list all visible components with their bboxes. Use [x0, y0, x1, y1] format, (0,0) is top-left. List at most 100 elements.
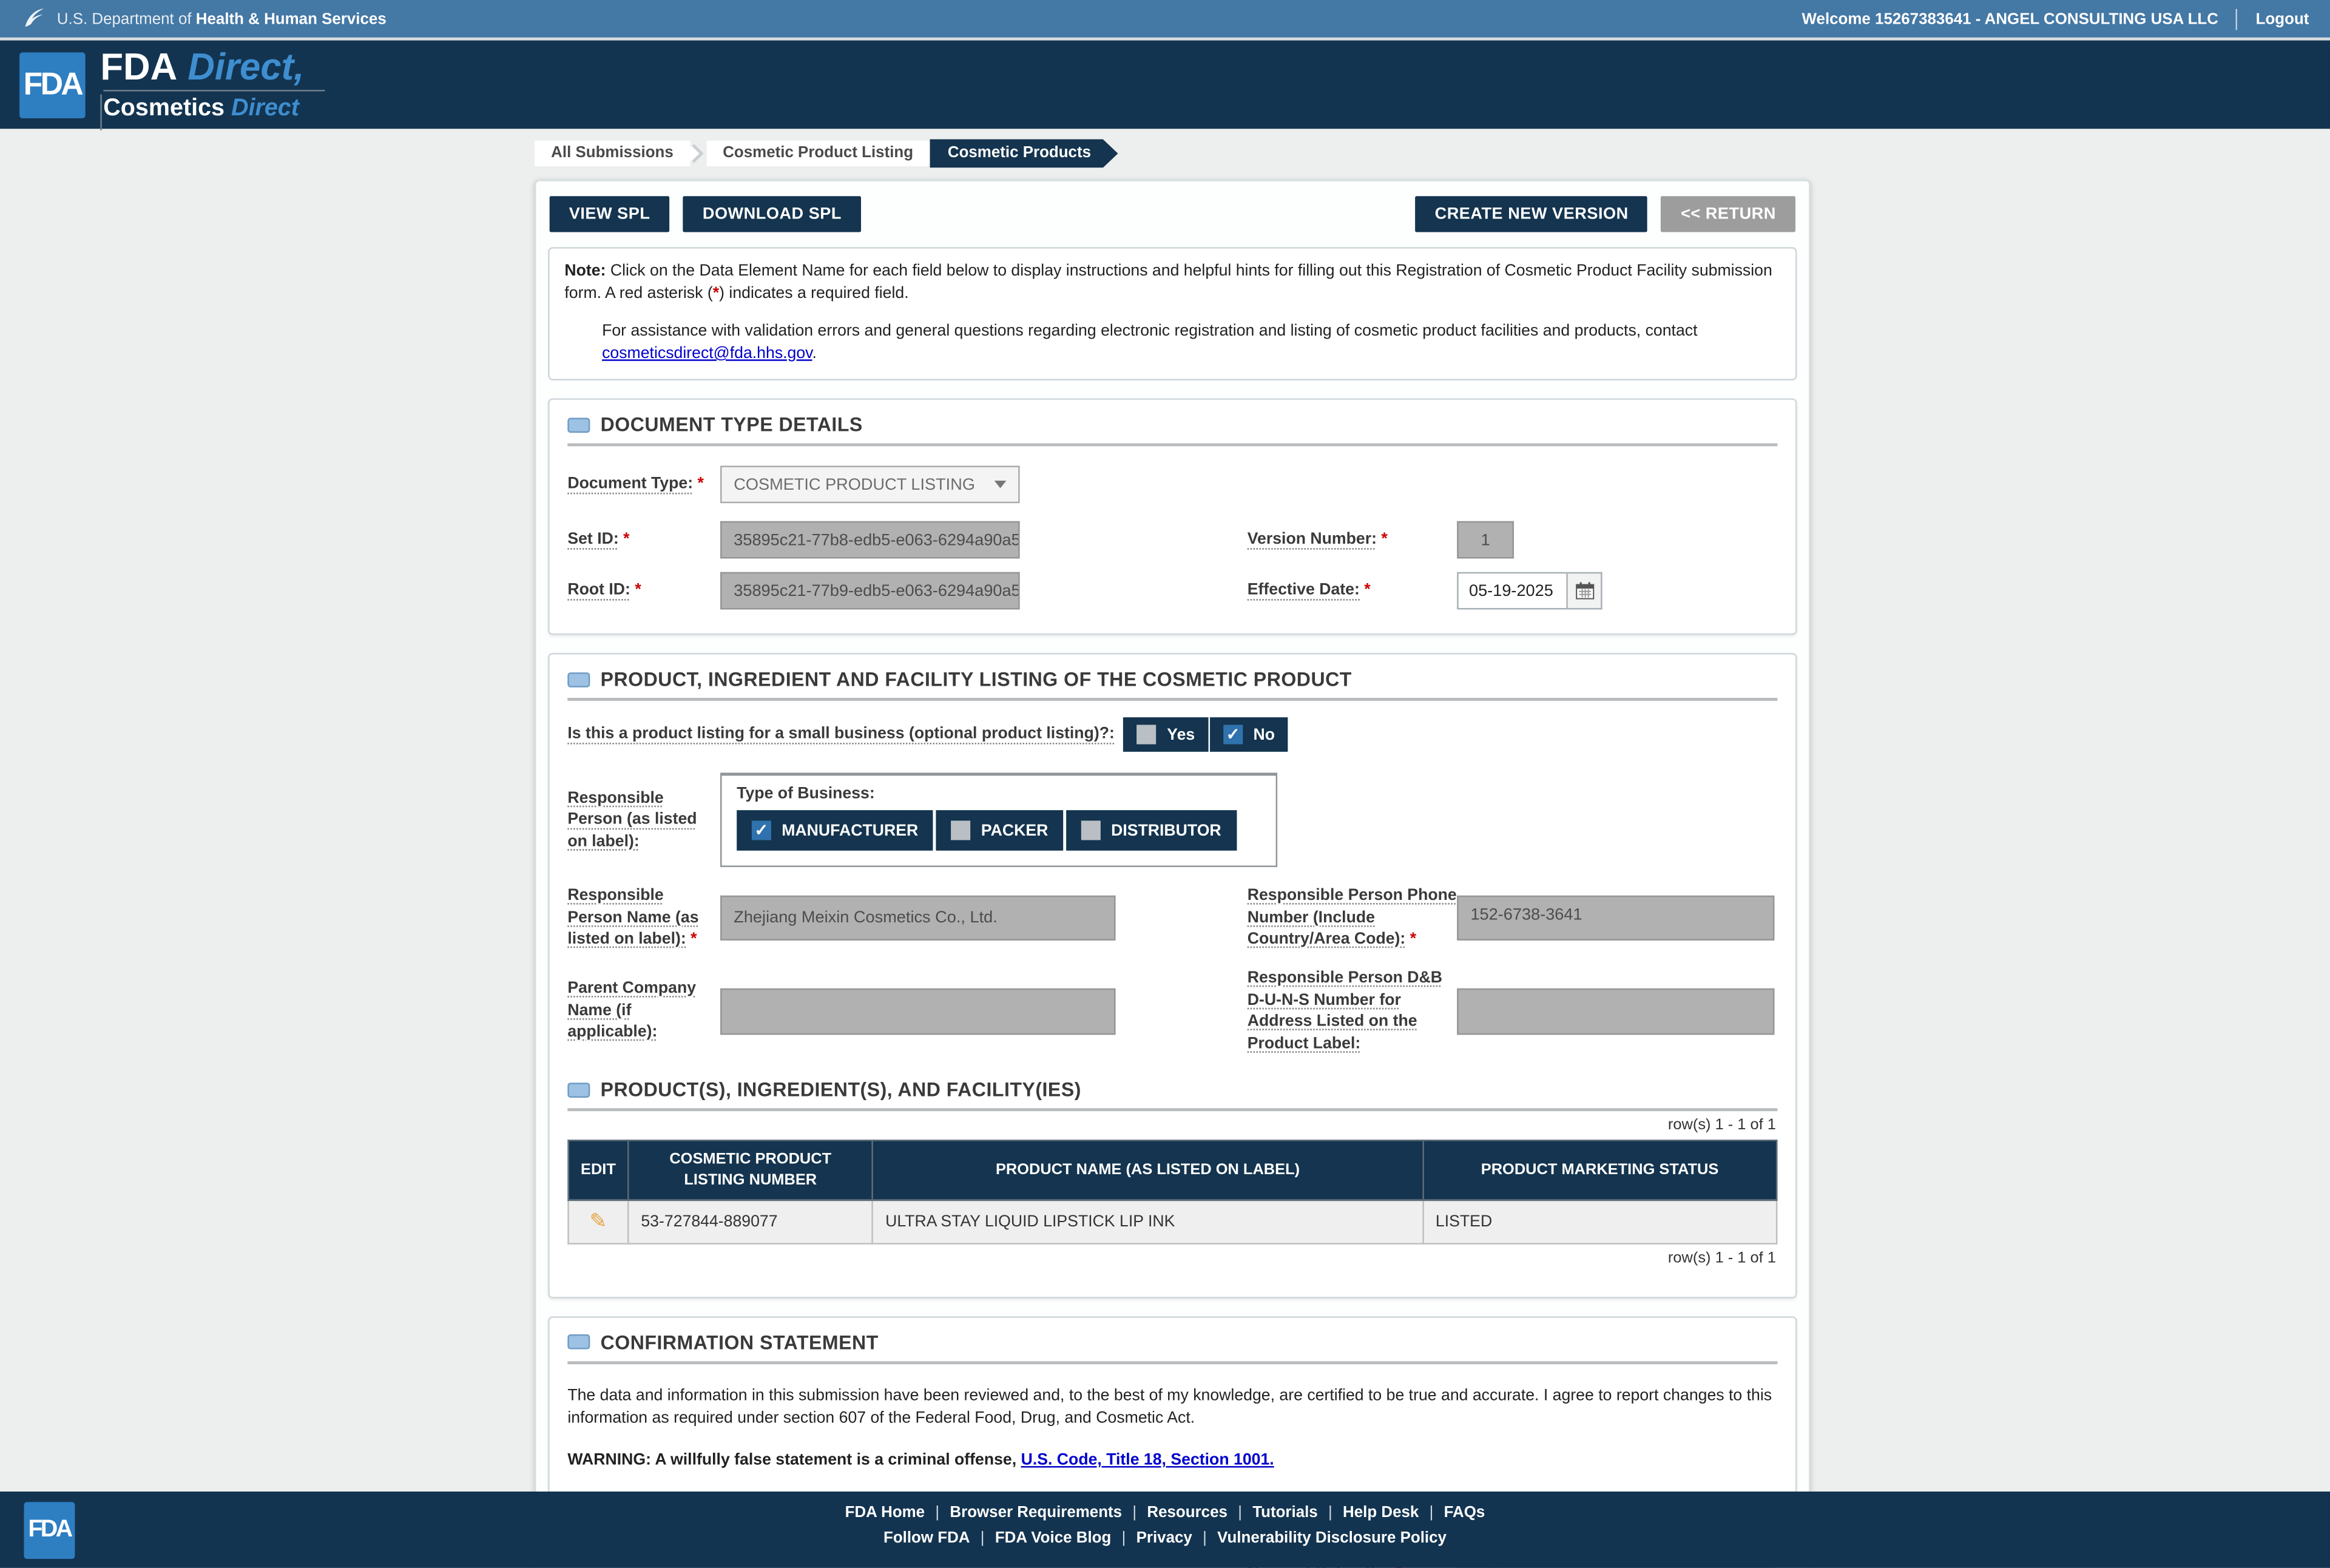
- footer-link-fda-home[interactable]: FDA Home: [845, 1504, 925, 1522]
- section-document-type-details: DOCUMENT TYPE DETAILS Document Type: * C…: [548, 399, 1797, 635]
- breadcrumb-cosmetic-products[interactable]: Cosmetic Products: [930, 140, 1118, 168]
- small-business-label[interactable]: Is this a product listing for a small bu…: [567, 724, 1115, 746]
- hhs-eagle-icon: [21, 4, 47, 33]
- cell-product-name: ULTRA STAY LIQUID LIPSTICK LIP INK: [871, 1199, 1424, 1245]
- chevron-down-icon: [994, 481, 1007, 489]
- breadcrumb: All Submissions Cosmetic Product Listing…: [535, 141, 1811, 166]
- effective-date-input[interactable]: [1457, 572, 1568, 610]
- warning-bold: WARNING:: [567, 1451, 651, 1470]
- brand-fda: FDA: [100, 46, 178, 88]
- page: U.S. Department of Health & Human Servic…: [0, 0, 2330, 1568]
- brand-direct: Direct,: [187, 46, 305, 88]
- type-of-business-label: Type of Business:: [737, 785, 875, 803]
- effective-date-label[interactable]: Effective Date: *: [1248, 580, 1457, 602]
- view-spl-button[interactable]: VIEW SPL: [549, 196, 670, 232]
- section-product-listing: PRODUCT, INGREDIENT AND FACILITY LISTING…: [548, 653, 1797, 1299]
- checkbox-unchecked-icon: [951, 821, 971, 841]
- return-button[interactable]: << RETURN: [1661, 196, 1795, 232]
- breadcrumb-all-submissions[interactable]: All Submissions: [535, 140, 690, 166]
- collapse-icon[interactable]: [567, 417, 590, 433]
- note-line2: For assistance with validation errors an…: [602, 322, 1698, 340]
- calendar-icon[interactable]: [1567, 572, 1602, 610]
- brand-cosmetics-direct: Direct: [231, 95, 299, 121]
- parent-company-label[interactable]: Parent Company Name (if applicable):: [567, 978, 720, 1044]
- confirmation-statement: The data and information in this submiss…: [567, 1387, 1772, 1427]
- small-business-no-checkbox[interactable]: ✓ No: [1209, 717, 1289, 752]
- document-type-label[interactable]: Document Type: *: [567, 474, 720, 496]
- checkbox-unchecked-icon: [1136, 725, 1157, 745]
- duns-label[interactable]: Responsible Person D&B D-U-N-S Number fo…: [1248, 967, 1457, 1055]
- required-asterisk: *: [712, 283, 720, 302]
- divider: [2236, 8, 2238, 30]
- note-line2-end: .: [812, 343, 817, 362]
- rp-name-field: Zhejiang Meixin Cosmetics Co., Ltd.: [720, 896, 1116, 941]
- breadcrumb-cosmetic-product-listing[interactable]: Cosmetic Product Listing: [706, 140, 930, 166]
- version-number-field: 1: [1457, 521, 1514, 559]
- agency-name: Health & Human Services: [195, 10, 387, 28]
- version-number-label[interactable]: Version Number: *: [1248, 529, 1457, 551]
- logout-link[interactable]: Logout: [2256, 10, 2309, 28]
- note-box: Note: Click on the Data Element Name for…: [548, 247, 1797, 381]
- cell-marketing-status: LISTED: [1422, 1199, 1778, 1245]
- note-line1b: ) indicates a required field.: [719, 283, 909, 302]
- document-type-select[interactable]: COSMETIC PRODUCT LISTING: [720, 466, 1020, 504]
- app-header: FDA FDA Direct, Cosmetics Direct: [0, 40, 2330, 130]
- fda-logo: FDA: [19, 52, 86, 118]
- footer-link-resources[interactable]: Resources: [1147, 1504, 1227, 1522]
- download-spl-button[interactable]: DOWNLOAD SPL: [683, 196, 862, 232]
- gov-agency: U.S. Department of Health & Human Servic…: [21, 4, 387, 33]
- checkbox-checked-icon: ✓: [751, 821, 771, 841]
- manufacturer-checkbox[interactable]: ✓ MANUFACTURER: [737, 810, 933, 851]
- section-title: PRODUCT(S), INGREDIENT(S), AND FACILITY(…: [600, 1078, 1081, 1101]
- welcome-text: Welcome 15267383641 - ANGEL CONSULTING U…: [1802, 10, 2218, 28]
- set-id-label[interactable]: Set ID: *: [567, 529, 720, 551]
- parent-company-field: [720, 987, 1116, 1035]
- footer: FDA FDA Home | Browser Requirements | Resour…: [0, 1491, 2330, 1568]
- footer-link-help-desk[interactable]: Help Desk: [1343, 1504, 1419, 1522]
- footer-links-row2: Follow FDA | FDA Voice Blog | Privacy | Vulner…: [883, 1529, 1447, 1547]
- collapse-icon[interactable]: [567, 1334, 590, 1350]
- section-title: CONFIRMATION STATEMENT: [600, 1331, 879, 1354]
- form-wrapper: VIEW SPL DOWNLOAD SPL CREATE NEW VERSION…: [535, 180, 1811, 1568]
- root-id-label[interactable]: Root ID: *: [567, 580, 720, 602]
- edit-pencil-icon[interactable]: ✎: [589, 1209, 607, 1235]
- footer-link-fda-voice-blog[interactable]: FDA Voice Blog: [995, 1529, 1111, 1547]
- rp-phone-field: 152-6738-3641: [1457, 896, 1775, 941]
- footer-link-browser-requirements[interactable]: Browser Requirements: [950, 1504, 1122, 1522]
- collapse-icon[interactable]: [567, 672, 590, 688]
- footer-link-tutorials[interactable]: Tutorials: [1252, 1504, 1318, 1522]
- document-type-value: COSMETIC PRODUCT LISTING: [734, 476, 975, 494]
- footer-link-follow-fda[interactable]: Follow FDA: [883, 1529, 970, 1547]
- footer-link-privacy[interactable]: Privacy: [1136, 1529, 1192, 1547]
- section-title: DOCUMENT TYPE DETAILS: [600, 413, 863, 436]
- gov-banner: U.S. Department of Health & Human Servic…: [0, 0, 2330, 41]
- table-header-row: EDIT COSMETIC PRODUCT LISTING NUMBER PRO…: [567, 1140, 1778, 1201]
- rp-phone-label[interactable]: Responsible Person Phone Number (Include…: [1248, 885, 1457, 951]
- footer-link-faqs[interactable]: FAQs: [1444, 1504, 1485, 1522]
- footer-link-vulnerability-disclosure[interactable]: Vulnerability Disclosure Policy: [1217, 1529, 1447, 1547]
- us-code-link[interactable]: U.S. Code, Title 18, Section 1001.: [1021, 1451, 1274, 1470]
- footer-links-row1: FDA Home | Browser Requirements | Resources |…: [845, 1503, 1485, 1522]
- packer-checkbox[interactable]: PACKER: [936, 810, 1064, 851]
- rp-name-label[interactable]: Responsible Person Name (as listed on la…: [567, 885, 720, 951]
- collapse-icon[interactable]: [567, 1082, 590, 1098]
- table-row: ✎ 53-727844-889077 ULTRA STAY LIQUID LIP…: [567, 1199, 1778, 1245]
- row-count-bottom: row(s) 1 - 1 of 1: [1667, 1250, 1776, 1267]
- distributor-checkbox[interactable]: DISTRIBUTOR: [1066, 810, 1237, 851]
- type-of-business-group: Type of Business: ✓ MANUFACTURER PACKER: [720, 773, 1278, 868]
- warning-text: A willfully false statement is a crimina…: [650, 1451, 1021, 1470]
- col-product-name: PRODUCT NAME (AS LISTED ON LABEL): [871, 1140, 1424, 1201]
- set-id-field: 35895c21-77b8-edb5-e063-6294a90a5dc8: [720, 521, 1020, 559]
- create-new-version-button[interactable]: CREATE NEW VERSION: [1415, 196, 1648, 232]
- cell-listing-number: 53-727844-889077: [627, 1199, 874, 1245]
- support-email-link[interactable]: cosmeticsdirect@fda.hhs.gov: [602, 344, 812, 362]
- small-business-yes-checkbox[interactable]: Yes: [1123, 717, 1209, 752]
- checkbox-unchecked-icon: [1081, 821, 1101, 841]
- agency-prefix: U.S. Department of: [56, 10, 192, 28]
- brand-cosmetics: Cosmetics: [103, 95, 225, 121]
- col-marketing-status: PRODUCT MARKETING STATUS: [1422, 1140, 1778, 1201]
- brand: FDA Direct, Cosmetics Direct: [100, 46, 325, 130]
- checkbox-checked-icon: ✓: [1223, 725, 1243, 745]
- responsible-person-label[interactable]: Responsible Person (as listed on label):: [567, 788, 720, 853]
- note-bold: Note:: [564, 262, 606, 280]
